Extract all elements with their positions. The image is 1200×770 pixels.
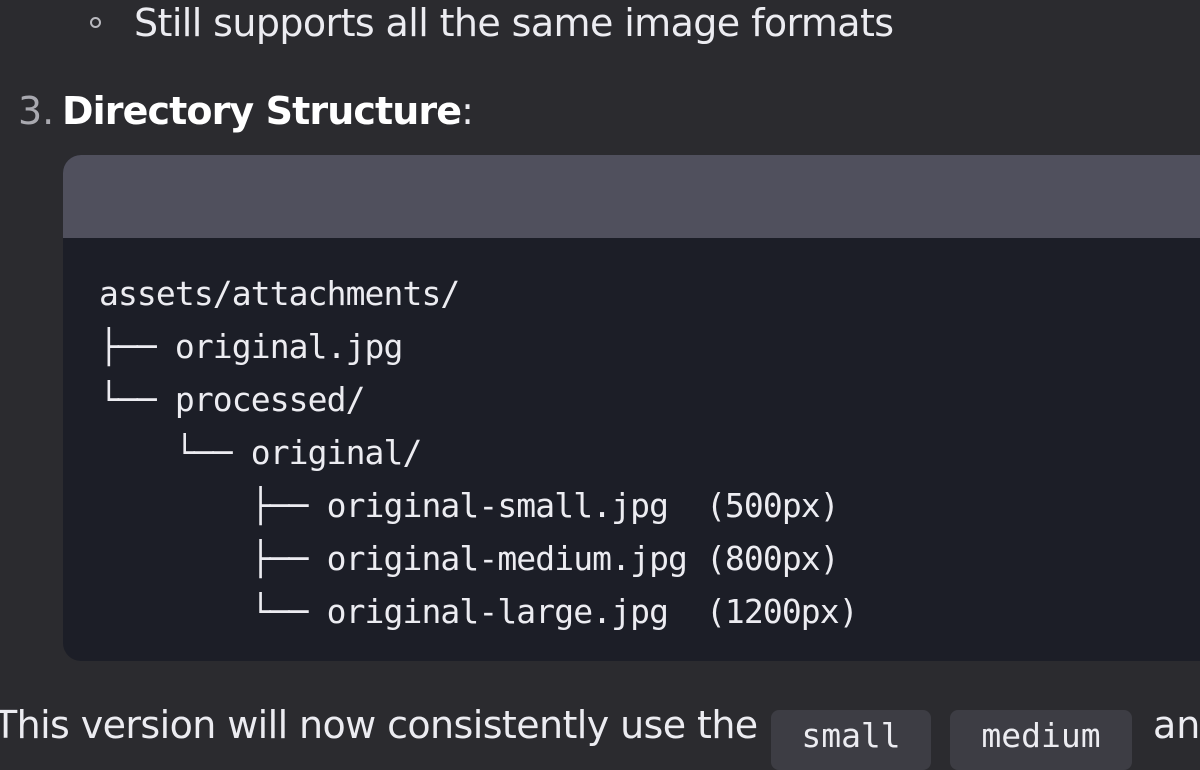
inline-code-small: small [771,710,931,770]
code-line: └── processed/ [99,380,365,419]
code-line: assets/attachments/ [99,274,460,313]
inline-code-medium: medium [950,710,1132,770]
code-line: └── original-large.jpg (1200px) [99,592,859,631]
title-colon: : [461,89,474,133]
code-line: └── original/ [99,433,422,472]
bullet-item-text: Still supports all the same image format… [134,1,894,45]
code-block-header [63,155,1200,238]
bottom-paragraph-tail: an [1153,703,1200,747]
code-line: ├── original-small.jpg (500px) [99,486,840,525]
code-block: assets/attachments/ ├── original.jpg └── p… [63,155,1200,661]
bottom-paragraph-text: This version will now consistently use t… [0,703,758,747]
code-block-content[interactable]: assets/attachments/ ├── original.jpg └── p… [99,267,859,638]
numbered-item-heading: Directory Structure: [62,86,474,136]
code-line: ├── original-medium.jpg (800px) [99,539,840,578]
section-title: Directory Structure [62,89,462,133]
code-line: ├── original.jpg [99,327,403,366]
hollow-bullet-icon [90,17,101,28]
list-number: 3. [18,89,55,133]
